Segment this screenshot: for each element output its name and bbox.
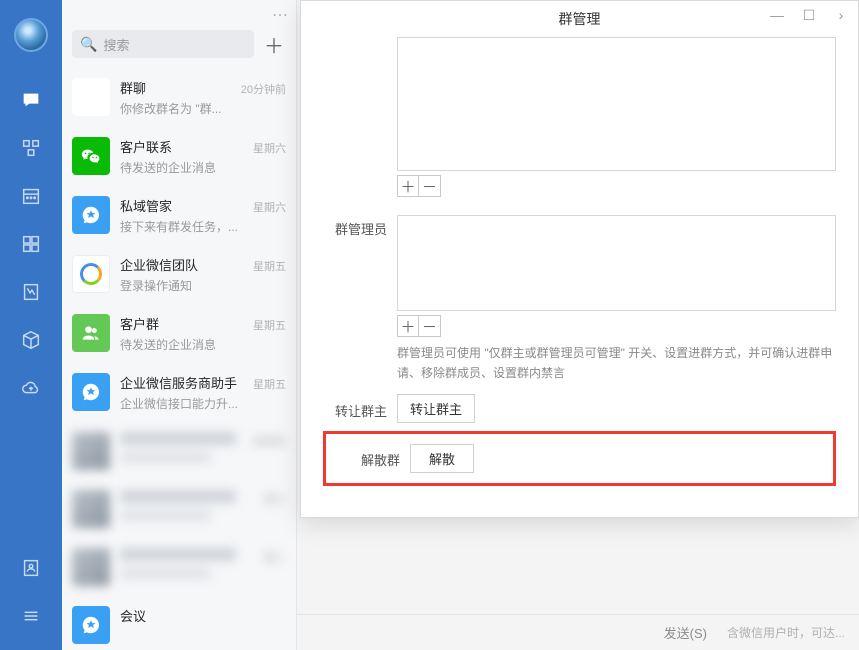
menu-icon[interactable] [19, 604, 43, 628]
conversation-item[interactable]: 会议 [62, 596, 296, 650]
conversation-title: 企业微信服务商助手 [120, 373, 237, 392]
conversation-item[interactable]: 星期四 [62, 422, 296, 480]
bottom-hint: 含微信用户时，可达... [727, 624, 845, 641]
conversation-time: 星期五 [253, 317, 286, 333]
admin-add-button[interactable]: ＋ [397, 315, 419, 337]
apps-icon[interactable] [19, 136, 43, 160]
admin-description: 群管理员可使用 "仅群主或群管理员可管理" 开关、设置进群方式，并可确认进群申请… [397, 343, 836, 384]
conversation-list: 群聊20分钟前你修改群名为 "群...客户联系星期六待发送的企业消息私域管家星期… [62, 68, 296, 650]
admin-remove-button[interactable]: － [419, 315, 441, 337]
search-placeholder: 搜索 [103, 35, 246, 54]
conversation-item[interactable]: 企业微信团队 星期五登录操作通知 [62, 245, 296, 304]
modal-header: 群管理 — ☐ › [301, 1, 858, 37]
close-icon[interactable]: › [828, 5, 854, 25]
conversation-subtitle: 企业微信接口能力升... [120, 395, 286, 412]
compose-bottom-bar: 发送(S) 含微信用户时，可达... [297, 614, 859, 650]
conversation-item[interactable]: 私域管家 星期六接下来有群发任务，... [62, 186, 296, 245]
dismiss-highlight: 解散群 解散 [323, 431, 836, 486]
conversation-item[interactable]: 群聊 20分钟前你修改群名为 "群... [62, 68, 296, 127]
conversation-title: 客户群 [120, 314, 159, 333]
admin-label: 群管理员 [323, 215, 397, 384]
group-admin-box[interactable] [397, 215, 836, 311]
transfer-owner-button[interactable]: 转让群主 [397, 394, 475, 423]
user-avatar[interactable] [14, 18, 48, 52]
chat-tab-icon[interactable] [19, 88, 43, 112]
dismiss-group-button[interactable]: 解散 [410, 444, 474, 473]
contacts-icon[interactable] [19, 556, 43, 580]
left-nav-rail [0, 0, 62, 650]
conversation-subtitle: 待发送的企业消息 [120, 159, 286, 176]
add-button[interactable]: ＋ [262, 32, 286, 56]
transfer-label: 转让群主 [323, 397, 397, 420]
conversation-item[interactable]: 客户群 星期五待发送的企业消息 [62, 304, 296, 363]
docs-icon[interactable] [19, 280, 43, 304]
conversation-item[interactable]: 期三 [62, 480, 296, 538]
conversation-time: 星期六 [253, 199, 286, 215]
owner-remove-button[interactable]: － [419, 175, 441, 197]
conversation-subtitle: 接下来有群发任务，... [120, 218, 286, 235]
conversation-time: 期三 [264, 491, 286, 507]
group-owner-box[interactable] [397, 37, 836, 171]
conversation-title: 会议 [120, 606, 146, 625]
minimize-icon[interactable]: — [764, 5, 790, 25]
conversation-item[interactable]: 客户联系 星期六待发送的企业消息 [62, 127, 296, 186]
search-icon: 🔍 [80, 36, 97, 53]
conversation-column: ⋯ 🔍 搜索 ＋ 群聊20分钟前你修改群名为 "群...客户联系星期六待发送的企… [62, 0, 297, 650]
modal-title: 群管理 [559, 9, 601, 29]
conversation-time: 星期五 [253, 258, 286, 274]
conversation-subtitle [120, 510, 211, 521]
send-button[interactable]: 发送(S) [664, 623, 707, 642]
group-manage-modal: 群管理 — ☐ › ＋ － 群管理员 ＋ － [300, 0, 859, 518]
conversation-subtitle: 待发送的企业消息 [120, 336, 286, 353]
conversation-title [120, 432, 236, 445]
dismiss-label: 解散群 [326, 448, 410, 469]
maximize-icon[interactable]: ☐ [796, 5, 822, 25]
conversation-title: 企业微信团队 [120, 255, 198, 274]
cloud-icon[interactable] [19, 376, 43, 400]
conversation-title: 群聊 [120, 78, 146, 97]
conversation-title: 客户联系 [120, 137, 172, 156]
conversation-time: 星期六 [253, 140, 286, 156]
owner-add-button[interactable]: ＋ [397, 175, 419, 197]
grid-icon[interactable] [19, 232, 43, 256]
calendar-icon[interactable] [19, 184, 43, 208]
conversation-subtitle [120, 568, 211, 579]
column-more-icon[interactable]: ⋯ [272, 5, 290, 25]
conversation-title [120, 490, 236, 503]
conversation-item[interactable]: 期二 [62, 538, 296, 596]
conversation-subtitle: 登录操作通知 [120, 277, 286, 294]
conversation-time: 20分钟前 [241, 81, 286, 97]
conversation-subtitle: 你修改群名为 "群... [120, 100, 286, 117]
conversation-time: 期二 [264, 549, 286, 565]
conversation-title: 私域管家 [120, 196, 172, 215]
conversation-time: 星期四 [253, 433, 286, 449]
search-input[interactable]: 🔍 搜索 [72, 30, 254, 58]
box-icon[interactable] [19, 328, 43, 352]
conversation-time: 星期五 [253, 376, 286, 392]
conversation-subtitle [120, 452, 211, 463]
conversation-item[interactable]: 企业微信服务商助手星期五企业微信接口能力升... [62, 363, 296, 422]
conversation-title [120, 548, 236, 561]
